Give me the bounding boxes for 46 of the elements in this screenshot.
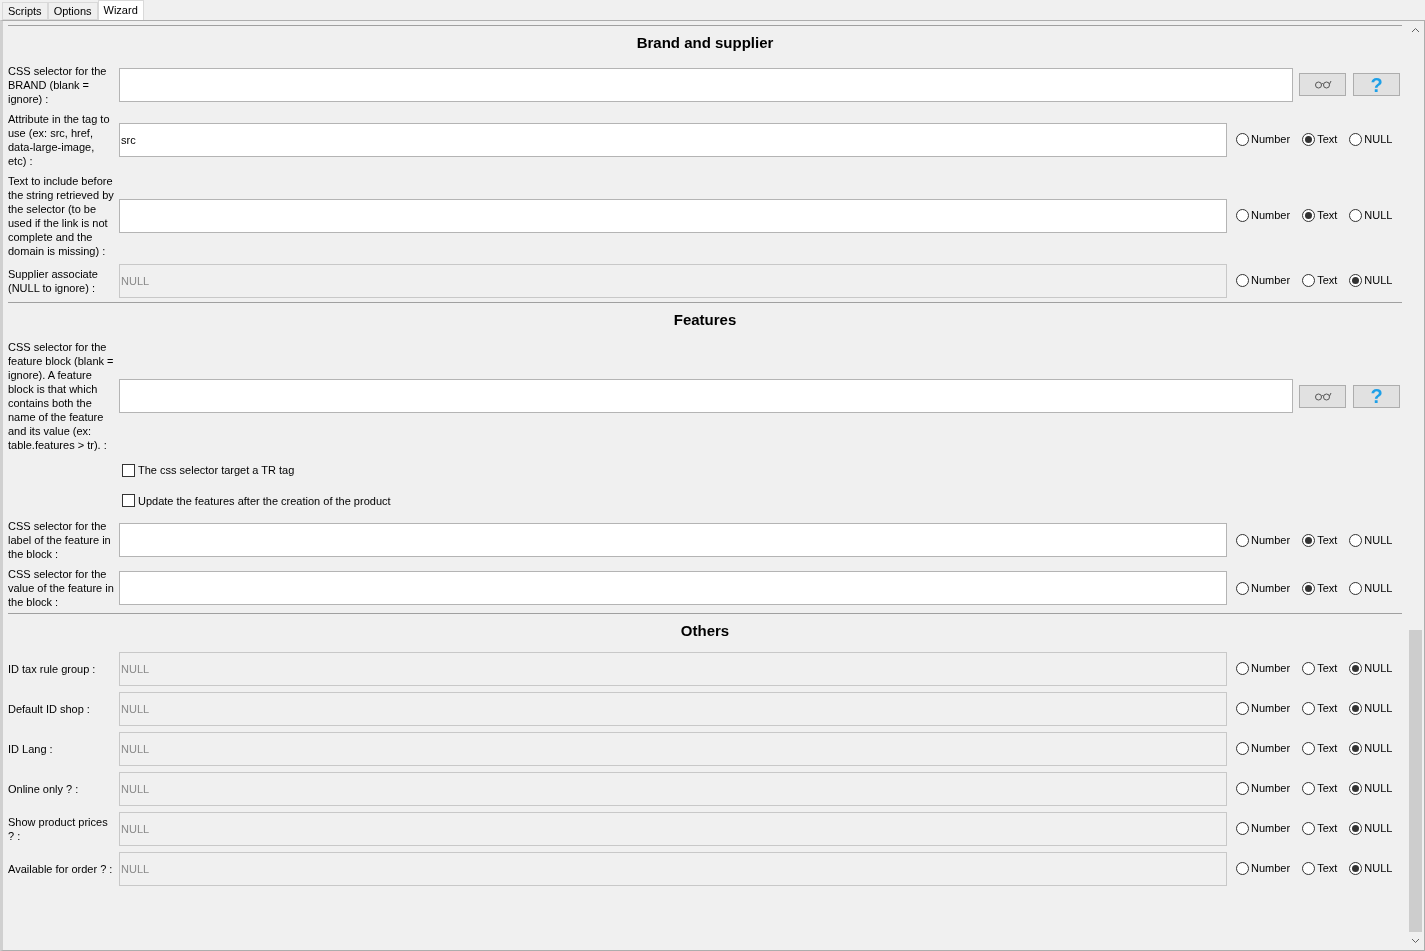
radio-option[interactable]: NULL bbox=[1349, 131, 1393, 148]
input-field[interactable] bbox=[119, 67, 1293, 102]
radio-option[interactable]: NULL bbox=[1349, 531, 1393, 549]
input-field[interactable] bbox=[119, 523, 1227, 557]
field-label: CSS selector for the BRAND (blank = ignore) : bbox=[8, 63, 108, 106]
field-label: CSS selector for the feature block (blank = ignore). A feature block is that which contains both the name of the feature and its value (ex: table.features > tr). : bbox=[8, 340, 114, 452]
input-field[interactable] bbox=[119, 198, 1227, 233]
input-field[interactable] bbox=[119, 571, 1227, 605]
section-title: Features bbox=[672, 309, 738, 330]
field-label: CSS selector for the label of the feature in the block : bbox=[8, 519, 112, 561]
field-label: ID Lang : bbox=[8, 741, 54, 756]
view-button[interactable] bbox=[1299, 73, 1346, 96]
tab[interactable]: Scripts bbox=[2, 2, 48, 20]
section-title: Others bbox=[679, 621, 731, 641]
view-button[interactable] bbox=[1299, 384, 1346, 408]
radio-option[interactable]: NULL bbox=[1349, 579, 1393, 597]
scroll-up-icon[interactable] bbox=[1411, 27, 1420, 33]
field-label: Available for order ? : bbox=[8, 861, 114, 876]
radio-option[interactable]: Number bbox=[1236, 131, 1291, 148]
radio-option[interactable]: NULL bbox=[1349, 207, 1393, 224]
checkbox-option[interactable]: The css selector target a TR tag bbox=[122, 462, 295, 479]
glasses-icon bbox=[1313, 80, 1332, 89]
field-label: CSS selector for the value of the feature in the block : bbox=[8, 567, 114, 609]
input-field[interactable]: src bbox=[119, 122, 1227, 157]
checkbox-option[interactable]: Update the features after the creation of the product bbox=[122, 492, 391, 509]
input-field[interactable] bbox=[119, 379, 1293, 413]
scroll-thumb[interactable] bbox=[1409, 630, 1422, 932]
radio-option[interactable]: Text bbox=[1302, 131, 1338, 148]
tab[interactable]: Wizard bbox=[97, 0, 144, 20]
radio-option[interactable]: Number bbox=[1236, 579, 1291, 597]
tab[interactable]: Options bbox=[47, 2, 98, 20]
radio-option[interactable]: Text bbox=[1302, 579, 1338, 597]
field-label: Supplier associate (NULL to ignore) : bbox=[8, 266, 99, 295]
radio-option[interactable]: Number bbox=[1236, 207, 1291, 224]
scroll-down-icon[interactable] bbox=[1411, 938, 1420, 944]
section-title: Brand and supplier bbox=[635, 33, 775, 53]
radio-option[interactable]: Text bbox=[1302, 531, 1338, 549]
radio-option[interactable]: Text bbox=[1302, 207, 1338, 224]
field-label: Online only ? : bbox=[8, 781, 80, 796]
field-label: Show product prices ? : bbox=[8, 814, 109, 843]
field-label: Attribute in the tag to use (ex: src, href, data-large-image, etc) : bbox=[8, 111, 111, 168]
field-label: Text to include before the string retrieved by the selector (to be used if the link is not complete and the domain is missing) : bbox=[8, 173, 114, 258]
glasses-icon bbox=[1313, 391, 1332, 401]
radio-option[interactable]: Number bbox=[1236, 531, 1291, 549]
field-label: ID tax rule group : bbox=[8, 661, 97, 676]
field-label: Default ID shop : bbox=[8, 701, 91, 716]
